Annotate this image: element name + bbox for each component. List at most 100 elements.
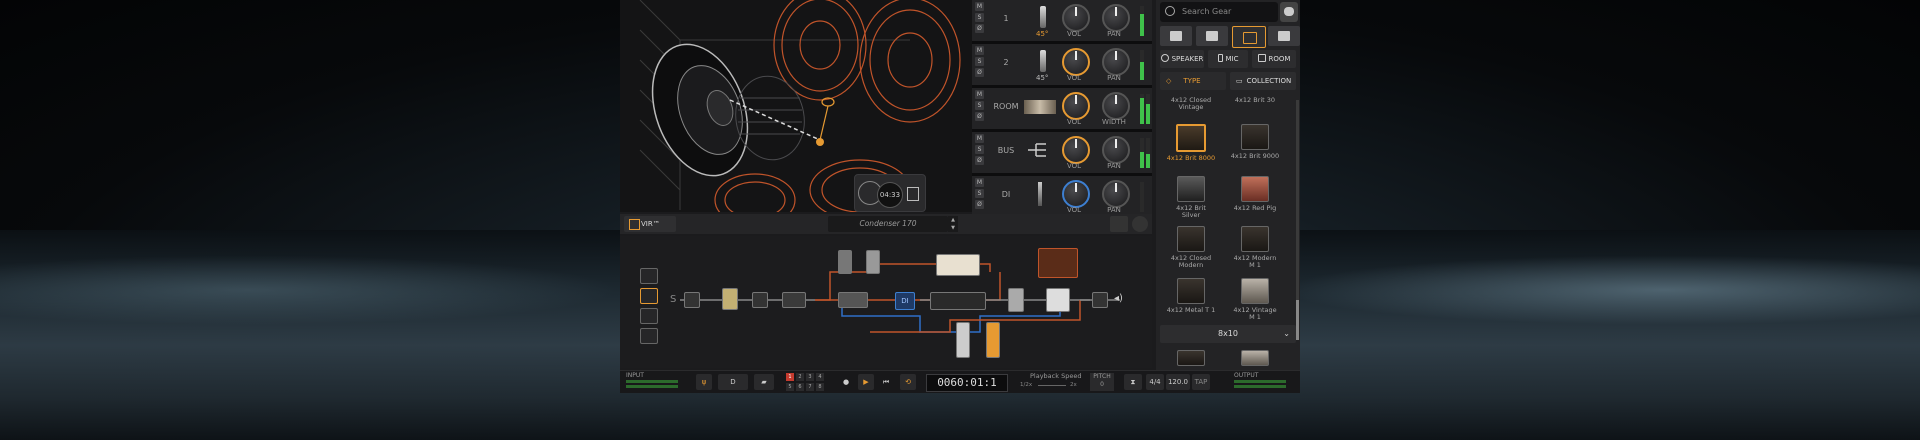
notes-icon[interactable] xyxy=(907,187,919,201)
gear-tile[interactable]: 4x12 Modern M 1 xyxy=(1230,226,1280,269)
fx-block[interactable] xyxy=(782,292,806,308)
volume-knob[interactable] xyxy=(1062,92,1090,120)
gear-filter-button[interactable] xyxy=(1280,2,1298,22)
pitch-control[interactable]: PITCH 0 xyxy=(1090,373,1114,391)
tuner-icon[interactable] xyxy=(684,292,700,308)
phase-button[interactable]: Ø xyxy=(975,24,984,33)
gear-tile[interactable] xyxy=(1166,350,1216,366)
scene-button-5[interactable]: 5 xyxy=(786,383,794,391)
input-meter[interactable]: INPUT xyxy=(624,371,684,393)
output-meter[interactable]: OUTPUT xyxy=(1232,371,1292,393)
solo-button[interactable]: S xyxy=(975,57,984,66)
knob-label: WIDTH xyxy=(1102,118,1126,126)
fx-block[interactable] xyxy=(838,292,868,308)
mic-position-handle[interactable] xyxy=(816,138,824,146)
preset-select[interactable]: D xyxy=(718,374,748,390)
playback-speed-slider[interactable]: 1/2x 2x xyxy=(1020,382,1084,388)
phase-button[interactable]: Ø xyxy=(975,200,984,209)
rewind-icon[interactable]: ⏮ xyxy=(878,374,894,390)
preset-icon[interactable]: ▰ xyxy=(754,374,774,390)
solo-button[interactable]: S xyxy=(975,189,984,198)
tempo-field[interactable]: 120.0 xyxy=(1166,374,1190,390)
tuner-fork-icon[interactable]: ψ xyxy=(696,374,712,390)
pan-knob[interactable] xyxy=(1102,180,1130,208)
gear-tile[interactable]: 4x12 Brit 9000 xyxy=(1230,124,1280,160)
phase-button[interactable]: Ø xyxy=(975,112,984,121)
scene-button-6[interactable]: 6 xyxy=(796,383,804,391)
solo-button[interactable]: S xyxy=(975,13,984,22)
gear-tile[interactable]: 4x12 Closed Vintage xyxy=(1166,94,1216,111)
volume-knob[interactable] xyxy=(1062,136,1090,164)
pedal-block[interactable] xyxy=(722,288,738,310)
loop-icon[interactable]: ⟲ xyxy=(900,374,916,390)
tap-button[interactable]: TAP xyxy=(1192,374,1210,390)
scene-button-1[interactable]: 1 xyxy=(786,373,794,381)
filter-speaker[interactable]: SPEAKER xyxy=(1160,50,1204,68)
gear-tile[interactable]: 4x12 Red Pig xyxy=(1230,176,1280,212)
mute-button[interactable]: M xyxy=(975,90,984,99)
gear-tile[interactable]: 4x12 Brit 30 xyxy=(1230,94,1280,104)
tab-type[interactable]: ◇ TYPE xyxy=(1160,72,1226,90)
gear-tile[interactable] xyxy=(1230,350,1280,366)
tab-collection[interactable]: ▭ COLLECTION xyxy=(1230,72,1296,90)
category-cab[interactable] xyxy=(1196,26,1228,46)
scene-button-4[interactable]: 4 xyxy=(816,373,824,381)
volume-knob[interactable] xyxy=(1062,180,1090,208)
tech-toolbar: VIR™ Tech Condenser 170 ▲▼ xyxy=(620,214,1152,244)
mute-button[interactable]: M xyxy=(975,134,984,143)
mute-button[interactable]: M xyxy=(975,46,984,55)
mute-button[interactable]: M xyxy=(975,2,984,11)
gear-tile[interactable]: 4x12 Closed Modern xyxy=(1166,226,1216,269)
mixer-view-icon[interactable] xyxy=(1110,216,1128,232)
scene-button-3[interactable]: 3 xyxy=(806,373,814,381)
phase-button[interactable]: Ø xyxy=(975,68,984,77)
amp-head-block[interactable] xyxy=(936,254,980,276)
cabinet-3d-viewport[interactable]: 04:33 xyxy=(620,0,972,212)
knob-label: VOL xyxy=(1066,30,1082,38)
category-rack[interactable] xyxy=(1268,26,1300,46)
gear-tile-selected[interactable]: 4x12 Brit 8000 xyxy=(1166,124,1216,162)
cab-block[interactable] xyxy=(1046,288,1070,312)
width-knob[interactable] xyxy=(1102,92,1130,120)
play-icon[interactable]: ▶ xyxy=(858,374,874,390)
pan-knob[interactable] xyxy=(1102,4,1130,32)
cab-block[interactable] xyxy=(1038,248,1078,278)
scene-button-7[interactable]: 7 xyxy=(806,383,814,391)
category-speaker[interactable] xyxy=(1232,26,1266,48)
gear-tile[interactable]: 4x12 Metal T 1 xyxy=(1166,278,1216,314)
signal-chain[interactable]: S DI ◂) xyxy=(620,236,1152,368)
target-icon[interactable] xyxy=(1132,216,1148,232)
metronome-icon[interactable]: ⧗ xyxy=(1124,374,1142,390)
volume-knob[interactable] xyxy=(1062,48,1090,76)
pedal-block[interactable] xyxy=(838,250,852,274)
mic-stepper[interactable]: ▲ ▼ xyxy=(948,216,958,232)
filter-room[interactable]: ROOM xyxy=(1252,50,1296,68)
filter-mic[interactable]: MIC xyxy=(1208,50,1248,68)
gear-tile[interactable]: 4x12 Vintage M 1 xyxy=(1230,278,1280,321)
gear-scrollbar[interactable] xyxy=(1296,100,1299,340)
solo-button[interactable]: S xyxy=(975,101,984,110)
pan-knob[interactable] xyxy=(1102,136,1130,164)
pedal-block[interactable] xyxy=(1008,288,1024,312)
cab-size-select[interactable]: 8x10 ⌄ xyxy=(1160,325,1296,343)
category-amp[interactable] xyxy=(1160,26,1192,46)
pedal-block[interactable] xyxy=(986,322,1000,358)
gear-tile[interactable]: 4x12 Brit Silver xyxy=(1166,176,1216,219)
record-icon[interactable]: ● xyxy=(838,374,854,390)
search-input[interactable]: Search Gear xyxy=(1160,2,1278,22)
pan-knob[interactable] xyxy=(1102,48,1130,76)
solo-button[interactable]: S xyxy=(975,145,984,154)
pedal-block[interactable] xyxy=(956,322,970,358)
merge-icon[interactable] xyxy=(1092,292,1108,308)
di-block[interactable]: DI xyxy=(895,292,915,310)
volume-knob[interactable] xyxy=(1062,4,1090,32)
amp-block[interactable] xyxy=(930,292,986,310)
time-signature[interactable]: 4/4 xyxy=(1146,374,1164,390)
mute-button[interactable]: M xyxy=(975,178,984,187)
vir-tech-button[interactable]: VIR™ Tech xyxy=(624,216,676,244)
fx-block[interactable] xyxy=(752,292,768,308)
phase-button[interactable]: Ø xyxy=(975,156,984,165)
scene-button-2[interactable]: 2 xyxy=(796,373,804,381)
pedal-block[interactable] xyxy=(866,250,880,274)
scene-button-8[interactable]: 8 xyxy=(816,383,824,391)
